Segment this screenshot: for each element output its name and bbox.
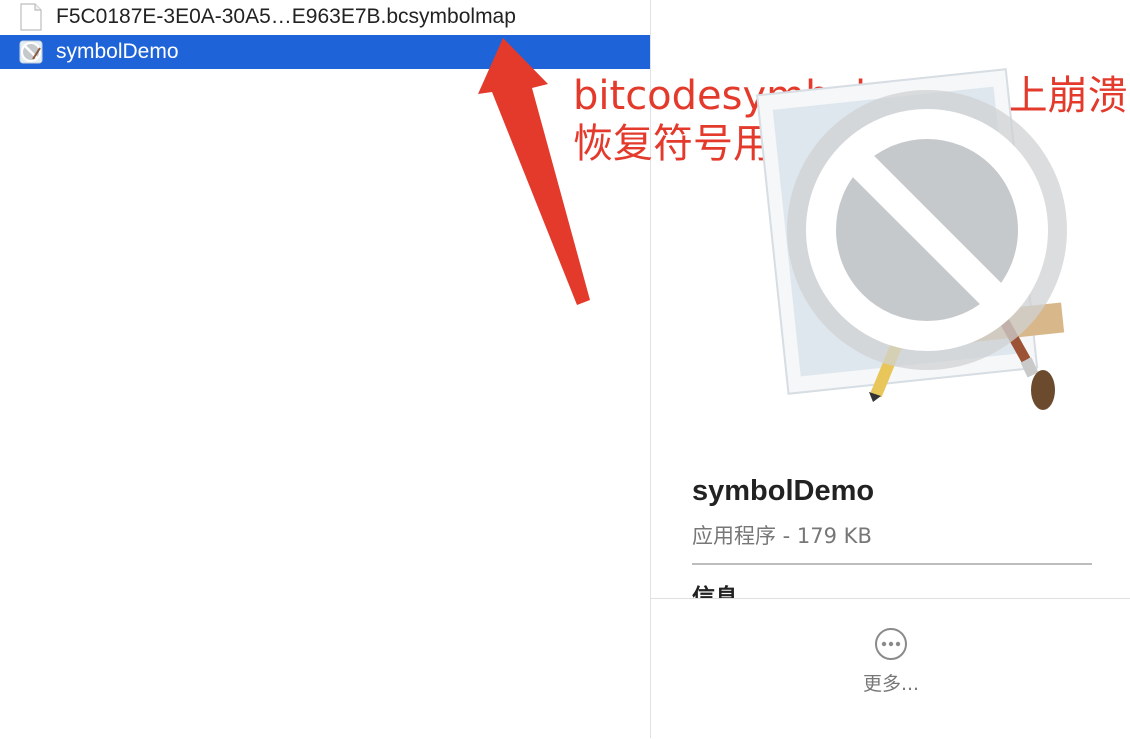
app-kind-size: 应用程序 - 179 KB [692,524,872,548]
app-name: symbolDemo [692,475,875,507]
more-label: 更多... [862,673,920,695]
ellipsis-circle-icon [875,628,907,660]
info-heading: 信息 [692,585,738,598]
preview-pane: symbolDemo 应用程序 - 179 KB 信息 [651,0,1130,598]
file-list: F5C0187E-3E0A-30A5…E963E7B.bcsymbolmap s… [0,0,650,738]
app-prohibited-icon [751,40,1071,415]
preview-actions: 更多... [651,598,1130,739]
annotation-arrow [478,38,590,305]
info-divider [692,563,1092,565]
more-button[interactable]: 更多... [851,627,931,696]
